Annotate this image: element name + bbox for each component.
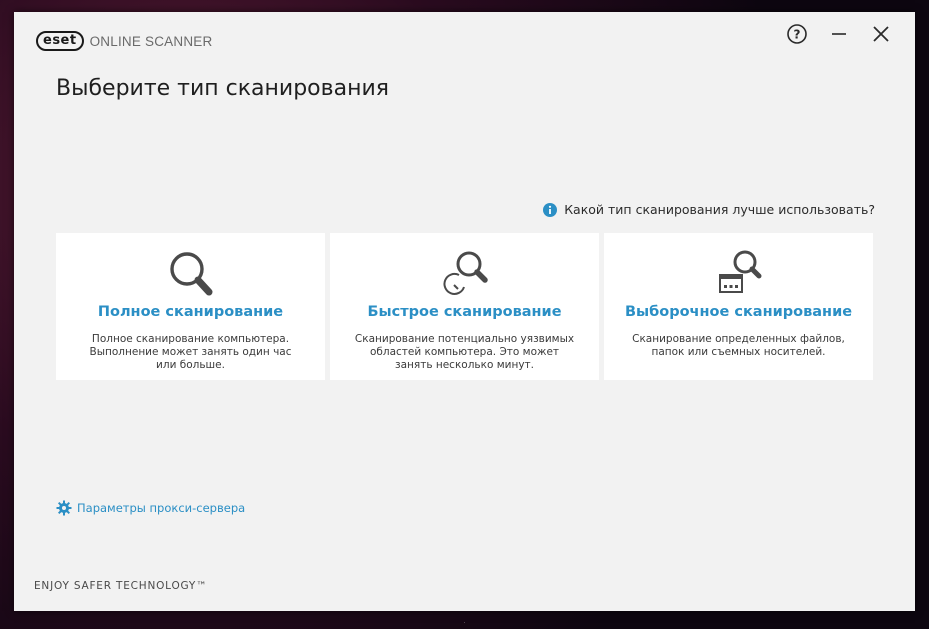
custom-scan-title: Выборочное сканирование (624, 304, 853, 320)
quick-scan-title: Быстрое сканирование (367, 304, 562, 320)
magnifier-icon (169, 252, 212, 296)
logo-text: ONLINE SCANNER (89, 33, 213, 49)
minimize-button[interactable] (827, 22, 851, 46)
quick-scan-description: Сканирование потенциально уязвимых облас… (354, 333, 575, 371)
scan-type-help-link[interactable]: Какой тип сканирования лучше использоват… (543, 202, 875, 217)
title-bar: eset ONLINE SCANNER ? (14, 12, 915, 62)
full-scan-title: Полное сканирование (97, 304, 284, 320)
gear-icon (56, 500, 72, 516)
app-window: eset ONLINE SCANNER ? Выберите тип скани… (14, 12, 915, 611)
custom-scan-description: Сканирование определенных файлов, папок … (632, 333, 845, 358)
footer-tagline: ENJOY SAFER TECHNOLOGY™ (34, 580, 208, 592)
quick-scan-icon (442, 251, 488, 295)
eset-logo: eset ONLINE SCANNER (36, 31, 212, 51)
help-link-label: Какой тип сканирования лучше использоват… (564, 202, 875, 217)
info-icon (543, 202, 558, 217)
close-button[interactable] (869, 22, 893, 46)
custom-scan-icon (718, 250, 761, 293)
svg-text:?: ? (794, 28, 801, 42)
quick-scan-card[interactable]: Быстрое сканирование Сканирование потенц… (330, 233, 599, 380)
logo-badge: eset (36, 31, 84, 51)
proxy-settings-link[interactable]: Параметры прокси-сервера (56, 500, 245, 516)
help-icon: ? (787, 24, 807, 44)
page-title: Выберите тип сканирования (56, 76, 389, 101)
full-scan-card[interactable]: Полное сканирование Полное сканирование … (56, 233, 325, 380)
help-button[interactable]: ? (785, 22, 809, 46)
minimize-icon (832, 33, 846, 35)
full-scan-description: Полное сканирование компьютера. Выполнен… (89, 333, 292, 371)
proxy-settings-label: Параметры прокси-сервера (77, 501, 246, 515)
custom-scan-card[interactable]: Выборочное сканирование Сканирование опр… (604, 233, 873, 380)
scan-options: Полное сканирование Полное сканирование … (56, 233, 873, 380)
close-icon (873, 26, 889, 42)
